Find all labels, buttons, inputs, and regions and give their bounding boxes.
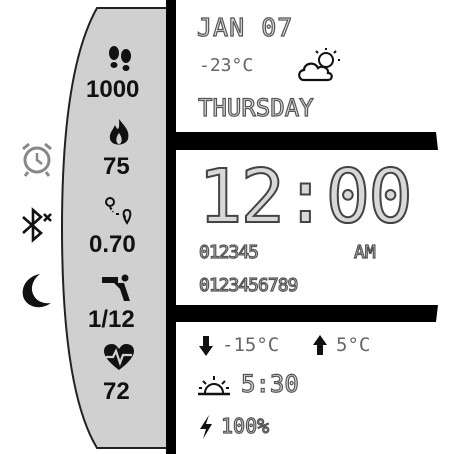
- footsteps-icon: [109, 46, 131, 71]
- seconds-row: 012345: [198, 242, 259, 263]
- digits-row: 0123456789: [198, 275, 299, 296]
- bottom-divider-bar: [176, 305, 438, 322]
- high-temperature: 5°C: [336, 334, 371, 356]
- low-temperature: -15°C: [222, 334, 280, 356]
- floors-value: 1/12: [88, 306, 135, 333]
- alarm-clock-icon: [22, 142, 52, 177]
- sunrise-icon: [198, 376, 230, 396]
- battery-value: 100%: [220, 414, 270, 438]
- top-divider-bar: [176, 132, 438, 150]
- date-month-day: JAN 07: [196, 13, 294, 42]
- vertical-divider: [166, 0, 176, 454]
- calories-value: 75: [103, 153, 130, 180]
- stairs-climb-icon: [102, 274, 130, 301]
- watch-face: 1000 75 0.70 1/12 72 JAN 07 -23°C THURSD…: [0, 0, 454, 454]
- moon-icon: [22, 274, 51, 308]
- arrow-down-icon: [199, 336, 213, 356]
- lightning-icon: [200, 415, 212, 439]
- current-temperature: -23°C: [199, 55, 254, 76]
- steps-value: 1000: [86, 76, 140, 103]
- ampm-indicator: AM: [353, 242, 376, 263]
- heart-pulse-icon: [104, 344, 134, 370]
- partly-cloudy-icon: [298, 48, 340, 82]
- distance-value: 0.70: [89, 231, 136, 258]
- heart-rate-value: 72: [103, 378, 130, 405]
- route-icon: [105, 197, 132, 225]
- bluetooth-off-icon: [22, 207, 52, 243]
- flame-icon: [109, 119, 129, 145]
- weekday: THURSDAY: [197, 94, 314, 122]
- arrow-up-icon: [313, 335, 327, 355]
- sunrise-time: 5:30: [240, 370, 299, 398]
- time-main: 12:00: [197, 154, 414, 240]
